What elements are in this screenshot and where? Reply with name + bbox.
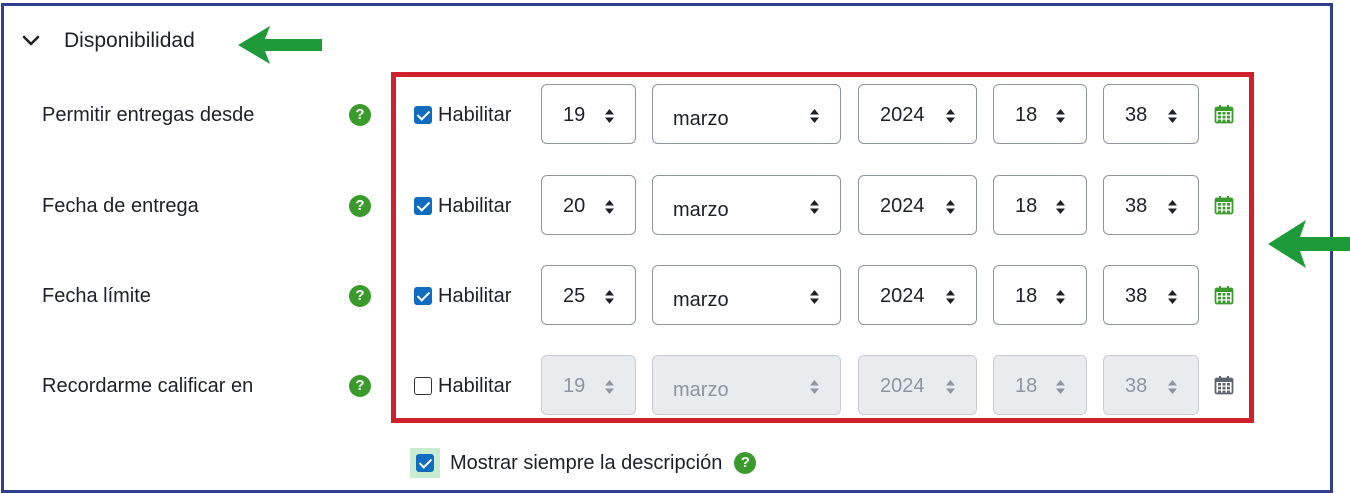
section-title: Disponibilidad	[64, 29, 195, 52]
section-header[interactable]: Disponibilidad	[22, 26, 195, 56]
chevron-down-icon[interactable]	[22, 34, 40, 48]
help-icon[interactable]: ?	[349, 375, 371, 397]
row-label: Permitir entregas desde	[42, 104, 255, 126]
row-label: Fecha de entrega	[42, 195, 199, 217]
show-description-highlight	[410, 448, 440, 478]
help-icon[interactable]: ?	[349, 104, 371, 126]
help-icon[interactable]: ?	[734, 452, 757, 474]
annotation-arrow-icon	[238, 26, 322, 64]
show-description-option[interactable]: Mostrar siempre la descripción ?	[410, 446, 757, 480]
help-icon[interactable]: ?	[349, 285, 371, 307]
show-description-label: Mostrar siempre la descripción	[450, 451, 723, 474]
row-label: Recordarme calificar en	[42, 375, 254, 397]
annotation-highlight-box	[391, 72, 1254, 423]
annotation-arrow-icon	[1268, 220, 1350, 268]
help-icon[interactable]: ?	[349, 195, 371, 217]
show-description-checkbox[interactable]	[416, 454, 434, 472]
row-label: Fecha límite	[42, 285, 151, 307]
